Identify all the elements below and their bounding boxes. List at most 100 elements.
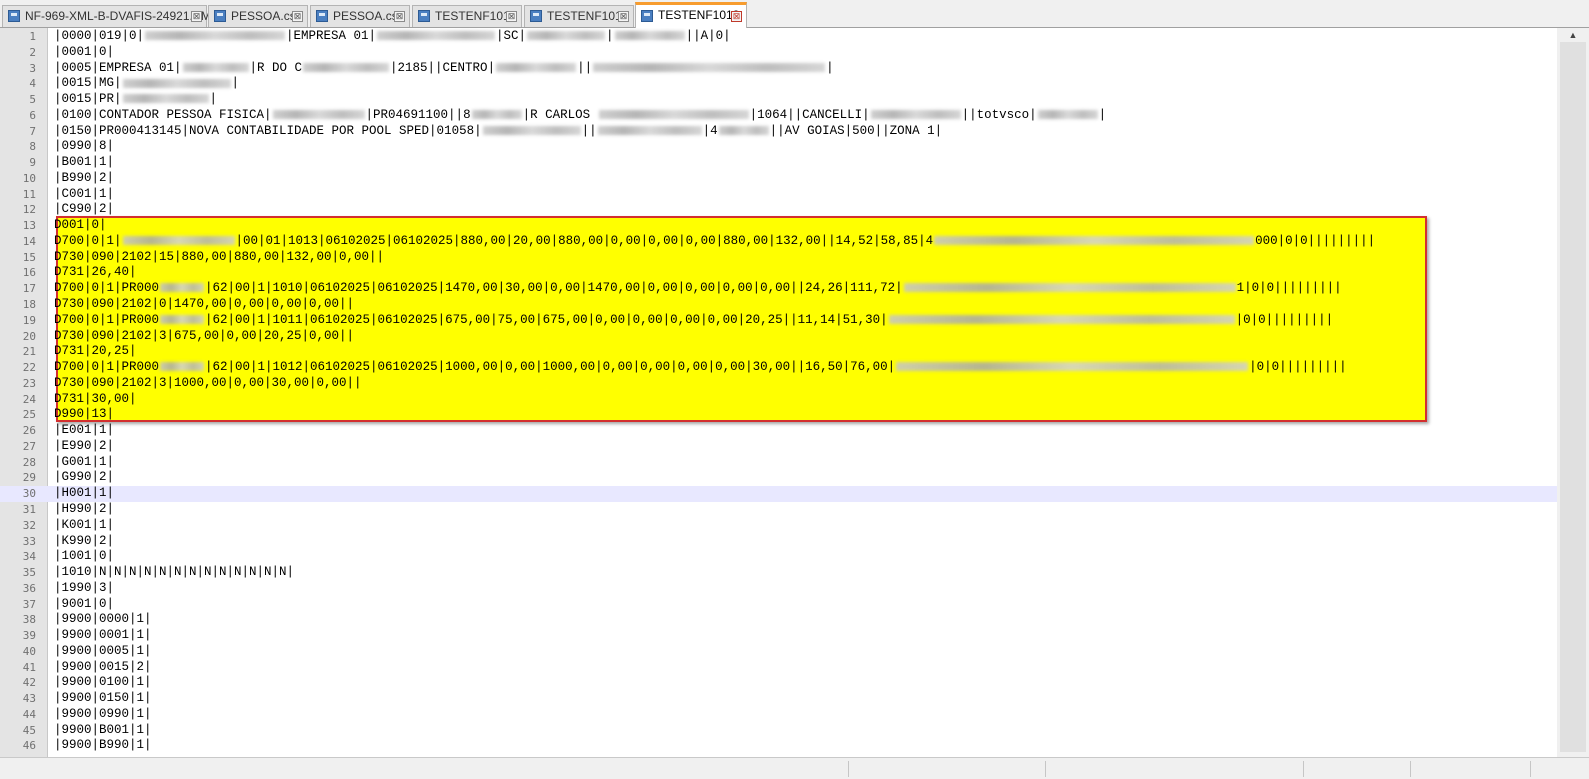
text-line[interactable]: 29 |G990|2| — [0, 470, 1557, 486]
line-number: 44 — [22, 707, 36, 721]
close-icon[interactable]: ⊠ — [618, 11, 629, 22]
text-line[interactable]: 27 |E990|2| — [0, 439, 1557, 455]
text-line[interactable]: 36 |1990|3| — [0, 581, 1557, 597]
text-line[interactable]: 45 |9900|B001|1| — [0, 723, 1557, 739]
text-line[interactable]: 18 D730|090|2102|0|1470,00|0,00|0,00|0,00… — [0, 297, 1557, 313]
text-line[interactable]: 19 D700|0|1|PR000 |62|00|1|1011|06102025|0… — [0, 313, 1557, 329]
file-icon — [316, 10, 328, 22]
tab-testenf1012[interactable]: TESTENF1012 ⊠ — [524, 5, 634, 27]
line-text: |B990|2| — [54, 171, 114, 187]
redacted-text — [593, 62, 826, 72]
text-line[interactable]: 33 |K990|2| — [0, 534, 1557, 550]
text-segment: |G001|1| — [54, 454, 115, 469]
line-number: 12 — [22, 203, 36, 217]
tab-label: TESTENF1011 — [435, 9, 516, 23]
text-line[interactable]: 5 |0015|PR| | — [0, 92, 1557, 108]
text-line[interactable]: 25 D990|13| — [0, 407, 1557, 423]
text-line[interactable]: 15 D730|090|2102|15|880,00|880,00|132,00|… — [0, 250, 1557, 266]
text-segment: |0|0||||||||| — [1235, 312, 1334, 327]
text-line[interactable]: 7 |0150|PR000413145|NOVA CONTABILIDADE PO… — [0, 124, 1557, 140]
tab-nf-969-xml[interactable]: NF-969-XML-B-DVAFIS-24921.XML ⊠ — [2, 5, 218, 27]
text-line[interactable]: 10 |B990|2| — [0, 171, 1557, 187]
tab-pessoa-csv-2[interactable]: PESSOA.csv ⊠ — [310, 5, 410, 27]
text-segment: |00|01|1013|06102025|06102025|880,00|20,… — [235, 233, 934, 248]
redacted-text — [122, 94, 209, 104]
text-line[interactable]: 14 D700|0|1| |00|01|1013|06102025|06102025… — [0, 234, 1557, 250]
text-line[interactable]: 40 |9900|0005|1| — [0, 644, 1557, 660]
redacted-text — [598, 110, 749, 120]
text-line[interactable]: 20 D730|090|2102|3|675,00|0,00|20,25|0,00… — [0, 329, 1557, 345]
text-line[interactable]: 42 |9900|0100|1| — [0, 675, 1557, 691]
text-line[interactable]: 2 |0001|0| — [0, 45, 1557, 61]
text-line[interactable]: 35 |1010|N|N|N|N|N|N|N|N|N|N|N|N|N| — [0, 565, 1557, 581]
text-line[interactable]: 13 D001|0| — [0, 218, 1557, 234]
text-line[interactable]: 32 |K001|1| — [0, 518, 1557, 534]
text-line[interactable]: 26 |E001|1| — [0, 423, 1557, 439]
text-line[interactable]: 39 |9900|0001|1| — [0, 628, 1557, 644]
text-line[interactable]: 3 |0005|EMPRESA 01| |R DO C |2185||CENTRO| |… — [0, 61, 1557, 77]
line-number: 16 — [22, 266, 36, 280]
line-number: 20 — [22, 329, 36, 343]
line-number: 3 — [29, 61, 36, 75]
text-line[interactable]: 22 D700|0|1|PR000 |62|00|1|1012|06102025|0… — [0, 360, 1557, 376]
text-segment: |1064||CANCELLI| — [749, 107, 870, 122]
tab-bar: NF-969-XML-B-DVAFIS-24921.XML ⊠ PESSOA.c… — [0, 0, 1589, 28]
text-line[interactable]: 31 |H990|2| — [0, 502, 1557, 518]
text-editor[interactable]: 1 |0000|019|0| |EMPRESA 01| |SC| | ||A|0| 2 |00… — [0, 28, 1589, 757]
text-line[interactable]: 12 |C990|2| — [0, 202, 1557, 218]
line-number: 38 — [22, 613, 36, 627]
vertical-scrollbar[interactable]: ▲ — [1557, 28, 1589, 757]
line-text: |9900|0150|1| — [54, 691, 152, 707]
redacted-text — [122, 78, 231, 88]
text-segment: |9900|0150|1| — [54, 691, 152, 706]
text-line[interactable]: 37 |9001|0| — [0, 597, 1557, 613]
line-text: |E990|2| — [54, 439, 114, 455]
scroll-thumb[interactable] — [1560, 42, 1586, 752]
text-line[interactable]: 23 D730|090|2102|3|1000,00|0,00|30,00|0,0… — [0, 376, 1557, 392]
text-line[interactable]: 11 |C001|1| — [0, 187, 1557, 203]
tab-pessoa-csv-1[interactable]: PESSOA.csv ⊠ — [208, 5, 308, 27]
text-line[interactable]: 44 |9900|0990|1| — [0, 707, 1557, 723]
text-line[interactable]: 9 |B001|1| — [0, 155, 1557, 171]
text-segment: |0100|CONTADOR PESSOA FISICA| — [54, 107, 272, 122]
line-number: 21 — [22, 345, 36, 359]
text-line[interactable]: 46 |9900|B990|1| — [0, 738, 1557, 754]
close-icon[interactable]: ⊠ — [394, 11, 405, 22]
text-line[interactable]: 34 |1001|0| — [0, 549, 1557, 565]
line-text: |H001|1| — [54, 486, 114, 502]
close-icon[interactable]: ⊠ — [506, 11, 517, 22]
line-text: D731|26,40| — [54, 265, 137, 281]
line-text: |1990|3| — [54, 581, 114, 597]
text-line[interactable]: 24 D731|30,00| — [0, 392, 1557, 408]
line-number: 24 — [22, 392, 36, 406]
text-line[interactable]: 28 |G001|1| — [0, 455, 1557, 471]
scroll-up-arrow-icon[interactable]: ▲ — [1557, 30, 1589, 42]
tab-testenf1011[interactable]: TESTENF1011 ⊠ — [412, 5, 522, 27]
line-text: |K990|2| — [54, 534, 114, 550]
text-line[interactable]: 43 |9900|0150|1| — [0, 691, 1557, 707]
redacted-text — [896, 362, 1249, 372]
tab-testenf1013[interactable]: TESTENF1013 ⊠ — [635, 2, 747, 28]
text-segment: |0005|EMPRESA 01| — [54, 60, 182, 75]
close-icon[interactable]: ⊠ — [191, 11, 202, 22]
text-line[interactable]: 30 |H001|1| — [0, 486, 1557, 502]
text-line[interactable]: 1 |0000|019|0| |EMPRESA 01| |SC| | ||A|0| — [0, 29, 1557, 45]
text-line[interactable]: 41 |9900|0015|2| — [0, 660, 1557, 676]
text-line[interactable]: 21 D731|20,25| — [0, 344, 1557, 360]
line-text: |9900|B001|1| — [54, 723, 152, 739]
close-icon[interactable]: ⊠ — [292, 11, 303, 22]
close-icon[interactable]: ⊠ — [731, 11, 742, 22]
file-icon — [641, 10, 653, 22]
text-segment: D730|090|2102|3|675,00|0,00|20,25|0,00|| — [54, 328, 355, 343]
text-line[interactable]: 16 D731|26,40| — [0, 265, 1557, 281]
text-segment: | — [606, 29, 614, 43]
text-line[interactable]: 6 |0100|CONTADOR PESSOA FISICA| |PR0469110… — [0, 108, 1557, 124]
text-segment: |EMPRESA 01| — [286, 29, 377, 43]
line-number: 27 — [22, 439, 36, 453]
text-line[interactable]: 8 |0990|8| — [0, 139, 1557, 155]
line-number: 40 — [22, 644, 36, 658]
text-line[interactable]: 17 D700|0|1|PR000 |62|00|1|1010|06102025|0… — [0, 281, 1557, 297]
text-segment: |4 — [702, 123, 718, 138]
text-line[interactable]: 38 |9900|0000|1| — [0, 612, 1557, 628]
text-line[interactable]: 4 |0015|MG| | — [0, 76, 1557, 92]
